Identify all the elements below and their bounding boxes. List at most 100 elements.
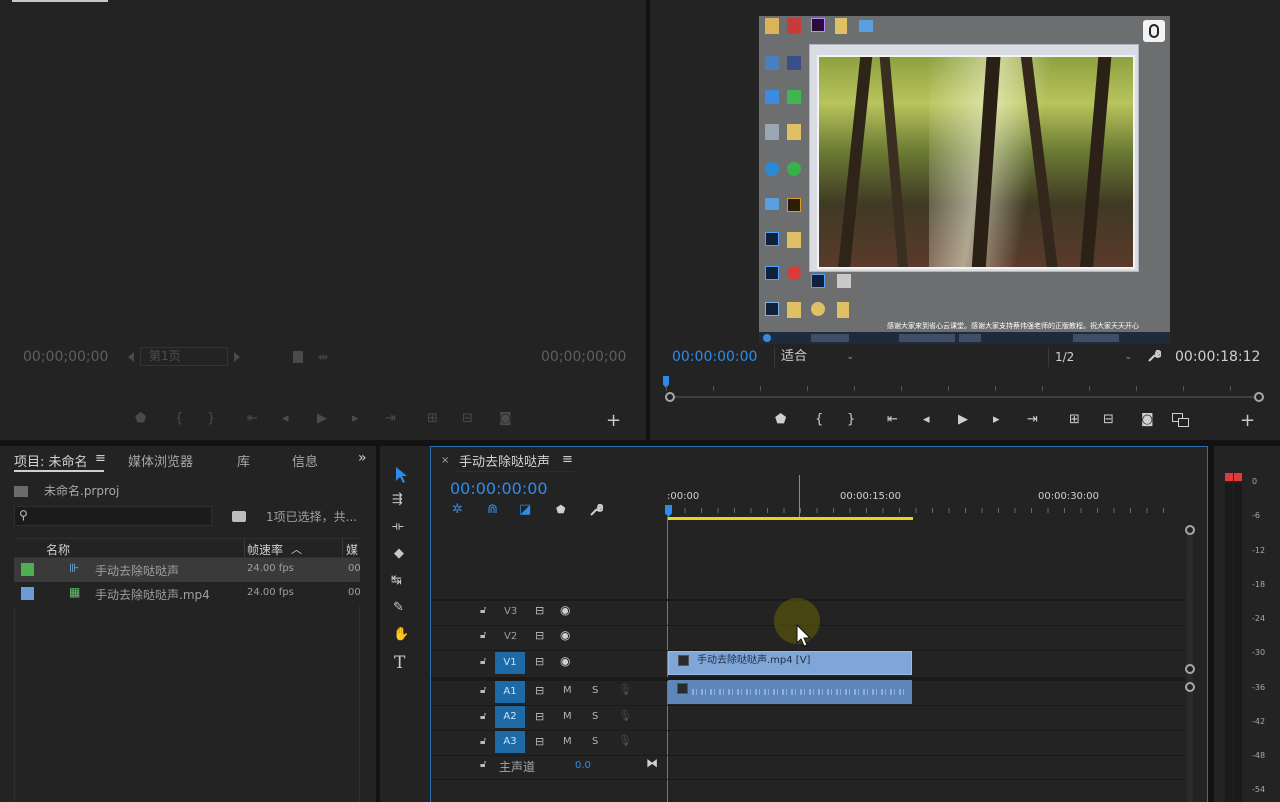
program-step-forward-icon[interactable]: ▸ (993, 412, 1000, 427)
source-mark-in-icon[interactable]: { (175, 411, 183, 426)
program-mark-out-icon[interactable]: } (847, 412, 855, 427)
track-target-a3[interactable]: A3 (495, 731, 525, 753)
program-zoom-handle-left[interactable] (665, 392, 675, 402)
program-play-icon[interactable]: ▶ (958, 412, 968, 427)
sync-lock-icon[interactable]: ⊟ (535, 604, 544, 617)
tab-media-browser[interactable]: 媒体浏览器 (128, 451, 193, 470)
timeline-playhead-head[interactable] (665, 505, 672, 517)
program-resolution-select[interactable]: 1/2 ⌄ (1048, 347, 1136, 367)
source-export-frame-icon[interactable]: ◙ (499, 411, 512, 426)
source-timecode-current[interactable]: 00;00;00;00 (23, 349, 108, 365)
source-go-in-icon[interactable]: ⇤ (247, 411, 258, 426)
master-volume-value[interactable]: 0.0 (575, 760, 591, 771)
sync-lock-icon[interactable]: ⊟ (535, 684, 544, 697)
scroll-handle[interactable] (1185, 682, 1195, 692)
microphone-icon[interactable]: 🎙︎ (618, 734, 632, 747)
snap-icon[interactable]: ⋒ (487, 502, 498, 517)
lock-icon[interactable]: 🔓︎ (480, 685, 486, 696)
source-insert-icon[interactable] (293, 351, 303, 363)
sort-ascending-icon[interactable]: ︿ (291, 541, 302, 557)
find-bin-icon[interactable] (232, 511, 246, 522)
program-scrubbar[interactable] (666, 396, 1258, 398)
source-add-button[interactable]: + (606, 412, 621, 430)
track-target-v1[interactable]: V1 (495, 652, 525, 674)
tab-project[interactable]: 项目: 未命名 (14, 451, 88, 470)
ripple-edit-tool-icon[interactable]: ⟛ (392, 519, 404, 534)
list-item[interactable]: ⊪ 手动去除哒哒声 24.00 fps 00 (14, 558, 361, 582)
lock-icon[interactable]: 🔓︎ (480, 736, 486, 747)
source-mark-out-icon[interactable]: } (207, 411, 215, 426)
source-play-icon[interactable]: ▶ (317, 411, 327, 426)
mute-button[interactable]: M (563, 736, 572, 747)
linked-selection-icon[interactable]: ◪ (519, 502, 531, 517)
pen-tool-icon[interactable]: ✎ (393, 600, 404, 615)
list-item[interactable]: ▦ 手动去除哒哒声.mp4 24.00 fps 00 (14, 582, 361, 606)
close-icon[interactable]: × (441, 455, 449, 466)
column-frame-rate[interactable]: 帧速率 (247, 541, 283, 558)
clip-indicator-left[interactable] (1225, 473, 1233, 481)
program-export-frame-icon[interactable]: ◙ (1141, 412, 1154, 427)
source-page-right-arrow[interactable] (234, 352, 240, 362)
clip-indicator-right[interactable] (1234, 473, 1242, 481)
program-lift-icon[interactable]: ⊞ (1069, 412, 1080, 427)
work-area-bar[interactable] (668, 517, 913, 520)
lock-icon[interactable]: 🔓︎ (480, 656, 486, 667)
source-step-back-icon[interactable]: ◂ (282, 411, 289, 426)
column-media[interactable]: 媒 (346, 541, 358, 558)
solo-button[interactable]: S (592, 711, 598, 722)
program-timecode-current[interactable]: 00:00:00:00 (672, 349, 757, 365)
program-add-button[interactable]: + (1240, 412, 1255, 430)
source-insert-button-icon[interactable]: ⊞ (427, 411, 438, 426)
program-extract-icon[interactable]: ⊟ (1103, 412, 1114, 427)
microphone-icon[interactable]: 🎙︎ (618, 709, 632, 722)
eye-icon[interactable]: ◉ (560, 628, 570, 642)
program-mark-in-icon[interactable]: { (815, 412, 823, 427)
sequence-tab[interactable]: 手动去除哒哒声 (459, 451, 550, 470)
sync-lock-icon[interactable]: ⊟ (535, 655, 544, 668)
lock-icon[interactable]: 🔓︎ (480, 759, 486, 770)
track-target-a2[interactable]: A2 (495, 706, 525, 728)
column-name[interactable]: 名称 (46, 541, 70, 558)
mute-button[interactable]: M (563, 711, 572, 722)
microphone-icon[interactable]: 🎙︎ (618, 683, 632, 696)
program-compare-icon[interactable] (1172, 413, 1190, 427)
add-marker-icon[interactable]: ⬟ (556, 503, 566, 516)
selection-tool-icon[interactable] (393, 466, 409, 484)
lock-icon[interactable]: 🔓︎ (480, 630, 486, 641)
track-target-a1[interactable]: A1 (495, 681, 525, 703)
type-tool-icon[interactable]: T (394, 653, 405, 673)
tab-libraries[interactable]: 库 (237, 451, 250, 470)
razor-tool-icon[interactable]: ◆ (394, 546, 404, 561)
mute-button[interactable]: M (563, 685, 572, 696)
source-step-forward-icon[interactable]: ▸ (352, 411, 359, 426)
scroll-handle[interactable] (1185, 664, 1195, 674)
sync-lock-icon[interactable]: ⊟ (535, 629, 544, 642)
source-overwrite-icon[interactable]: ⊟ (462, 411, 473, 426)
sync-lock-icon[interactable]: ⊟ (535, 735, 544, 748)
project-search-input[interactable]: ⚲ (14, 506, 212, 526)
program-go-out-icon[interactable]: ⇥ (1027, 412, 1038, 427)
eye-icon[interactable]: ◉ (560, 654, 570, 668)
program-go-in-icon[interactable]: ⇤ (887, 412, 898, 427)
eye-icon[interactable]: ◉ (560, 603, 570, 617)
scroll-handle[interactable] (1185, 525, 1195, 535)
program-settings-wrench-icon[interactable] (1147, 349, 1162, 363)
track-select-tool-icon[interactable]: ⇶ (392, 492, 403, 507)
solo-button[interactable]: S (592, 736, 598, 747)
lock-icon[interactable]: 🔓︎ (480, 605, 486, 616)
tab-info[interactable]: 信息 (292, 451, 318, 470)
lock-icon[interactable]: 🔓︎ (480, 711, 486, 722)
go-to-bounds-icon[interactable]: ⧓ (646, 756, 658, 770)
audio-clip[interactable] (668, 680, 912, 704)
program-zoom-handle-right[interactable] (1254, 392, 1264, 402)
source-page-select[interactable]: 第1页 (140, 347, 228, 366)
program-step-back-icon[interactable]: ◂ (923, 412, 930, 427)
program-fit-select[interactable]: 适合 ⌄ (774, 347, 858, 367)
timeline-timecode[interactable]: 00:00:00:00 (450, 479, 548, 498)
video-clip[interactable]: 手动去除哒哒声.mp4 [V] (668, 651, 912, 675)
solo-button[interactable]: S (592, 685, 598, 696)
source-marker-icon[interactable]: ⬟ (135, 411, 146, 426)
nest-toggle-icon[interactable]: ✲ (452, 502, 463, 517)
program-marker-icon[interactable]: ⬟ (775, 412, 786, 427)
timeline-settings-wrench-icon[interactable] (589, 503, 604, 517)
